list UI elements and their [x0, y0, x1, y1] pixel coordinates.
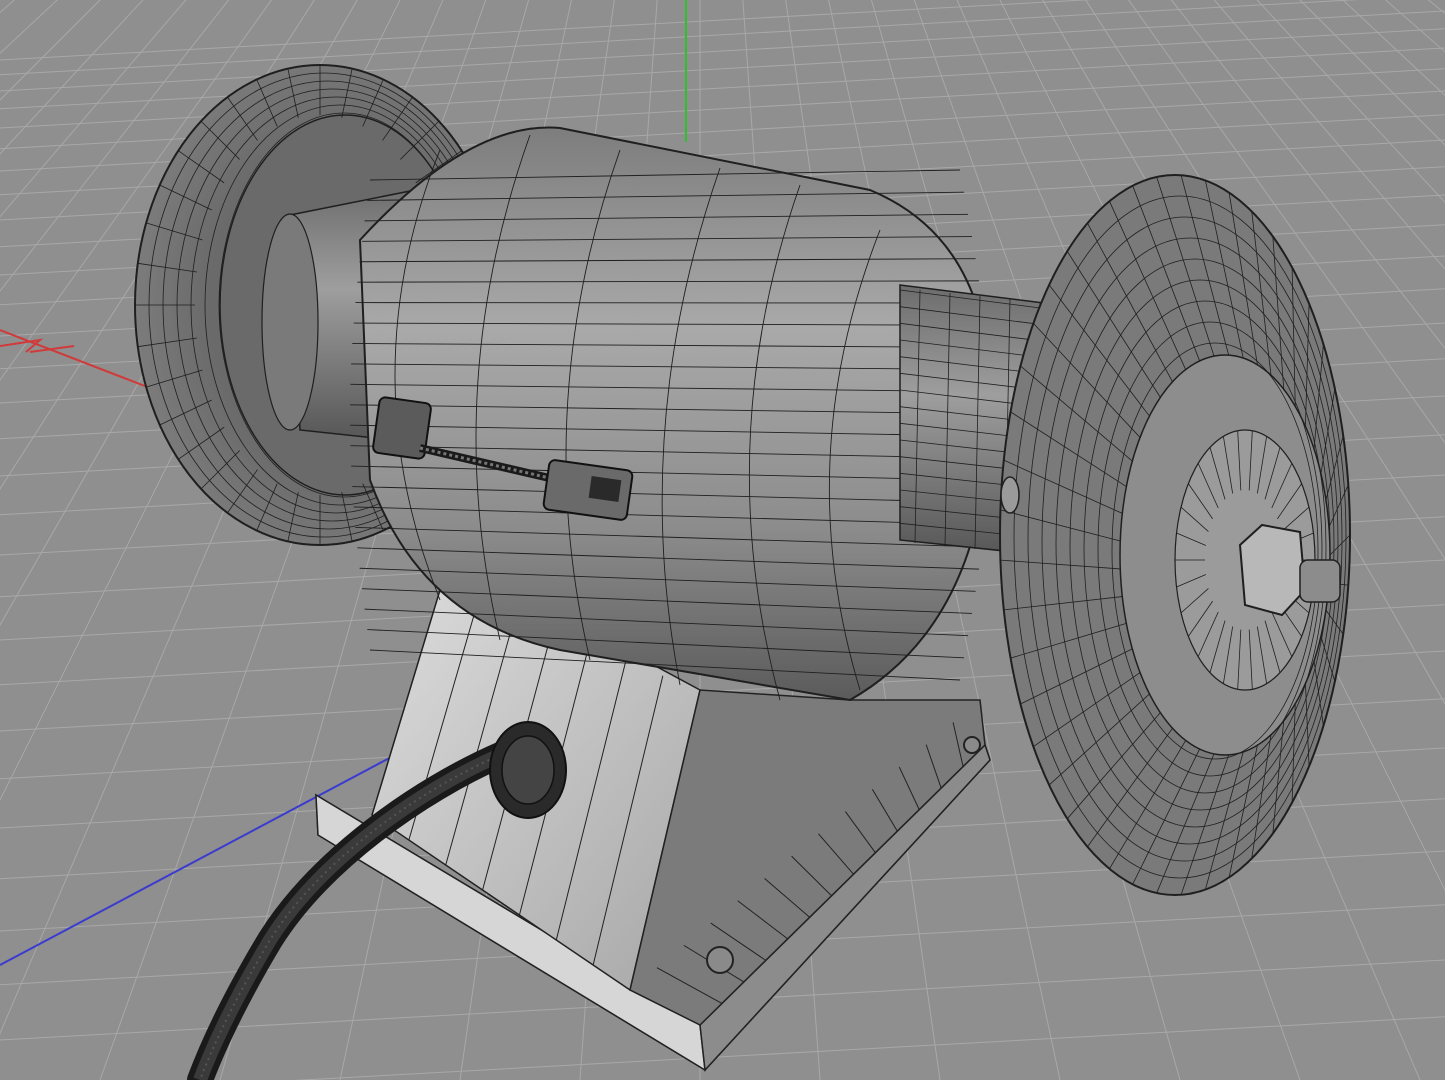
right-grinding-wheel[interactable]	[999, 174, 1351, 896]
x-axis-line	[0, 329, 151, 389]
3d-viewport[interactable]	[0, 0, 1445, 1080]
x-axis-marker	[0, 338, 75, 353]
shaft-end	[1299, 559, 1341, 603]
viewport-canvas[interactable]	[0, 0, 1445, 1080]
housing-bolt	[1000, 476, 1020, 514]
screw-rear	[963, 736, 981, 754]
wheel-nut	[1238, 523, 1307, 617]
screw-front	[706, 946, 734, 974]
